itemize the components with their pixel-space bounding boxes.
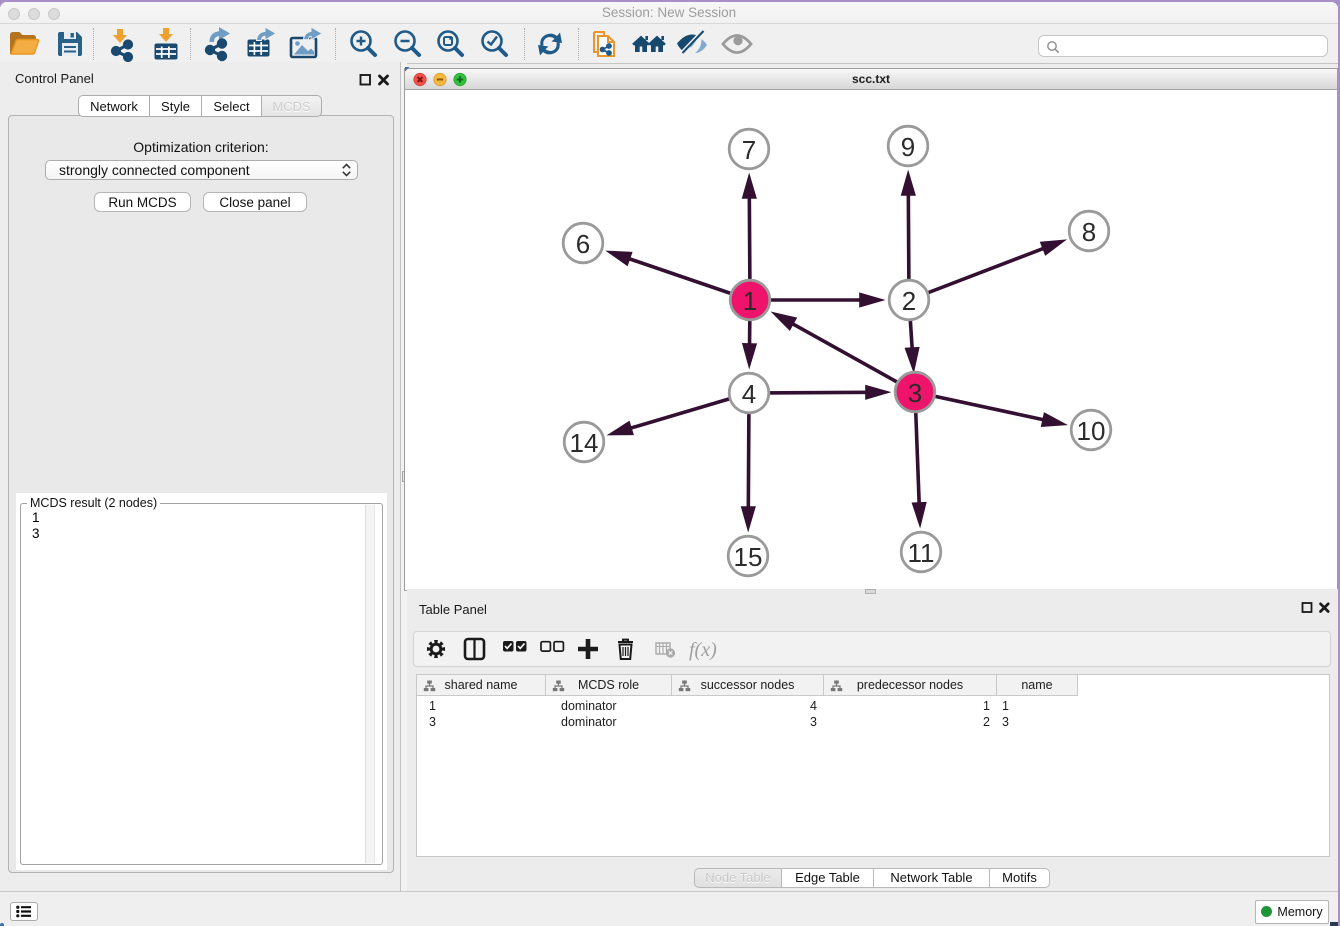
svg-text:11: 11 (908, 538, 935, 568)
svg-text:6: 6 (576, 229, 590, 259)
svg-text:f(x): f(x) (689, 639, 717, 661)
svg-text:9: 9 (901, 132, 915, 162)
svg-text:14: 14 (570, 428, 599, 458)
svg-text:8: 8 (1082, 217, 1096, 247)
svg-text:3: 3 (908, 378, 922, 408)
svg-text:1: 1 (743, 286, 757, 316)
svg-text:2: 2 (902, 286, 916, 316)
svg-text:4: 4 (742, 379, 756, 409)
svg-text:7: 7 (742, 135, 756, 165)
svg-text:15: 15 (734, 542, 763, 572)
svg-text:10: 10 (1077, 416, 1106, 446)
